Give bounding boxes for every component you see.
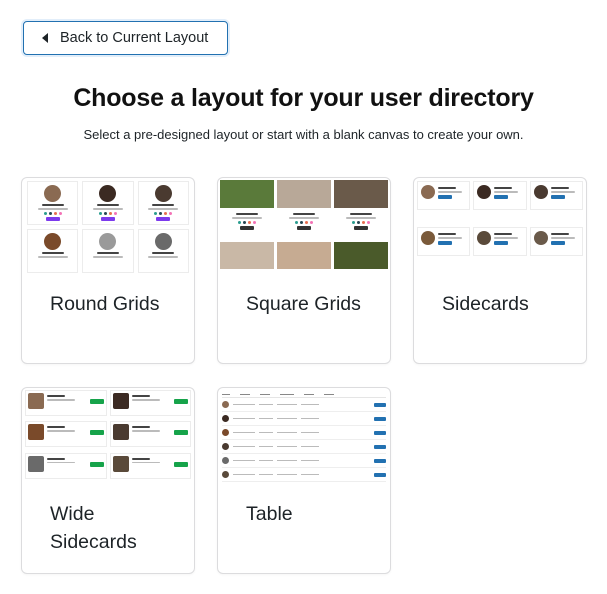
- layout-card-sidecards[interactable]: Sidecards: [413, 177, 587, 364]
- round-grids-preview: [22, 178, 194, 273]
- back-button-label: Back to Current Layout: [60, 30, 209, 46]
- sidecards-preview: [414, 178, 586, 273]
- layout-card-square-grids[interactable]: Square Grids: [217, 177, 391, 364]
- back-to-current-layout-button[interactable]: Back to Current Layout: [23, 21, 228, 55]
- table-preview: [218, 388, 390, 483]
- layout-label-sidecards: Sidecards: [442, 293, 529, 315]
- page-subtitle: Select a pre-designed layout or start wi…: [83, 127, 524, 142]
- layout-card-table[interactable]: Table: [217, 387, 391, 574]
- layout-label-square-grids: Square Grids: [246, 293, 361, 315]
- layout-card-round-grids[interactable]: Round Grids: [21, 177, 195, 364]
- chevron-left-icon: [42, 33, 48, 43]
- layout-label-wide-sidecards: Wide Sidecards: [50, 503, 137, 553]
- page-title: Choose a layout for your user directory: [73, 84, 534, 112]
- square-grids-preview: [218, 178, 390, 273]
- layout-label-round-grids: Round Grids: [50, 293, 160, 315]
- layout-card-wide-sidecards[interactable]: Wide Sidecards: [21, 387, 195, 574]
- layout-label-table: Table: [246, 503, 293, 525]
- wide-sidecards-preview: [22, 388, 194, 483]
